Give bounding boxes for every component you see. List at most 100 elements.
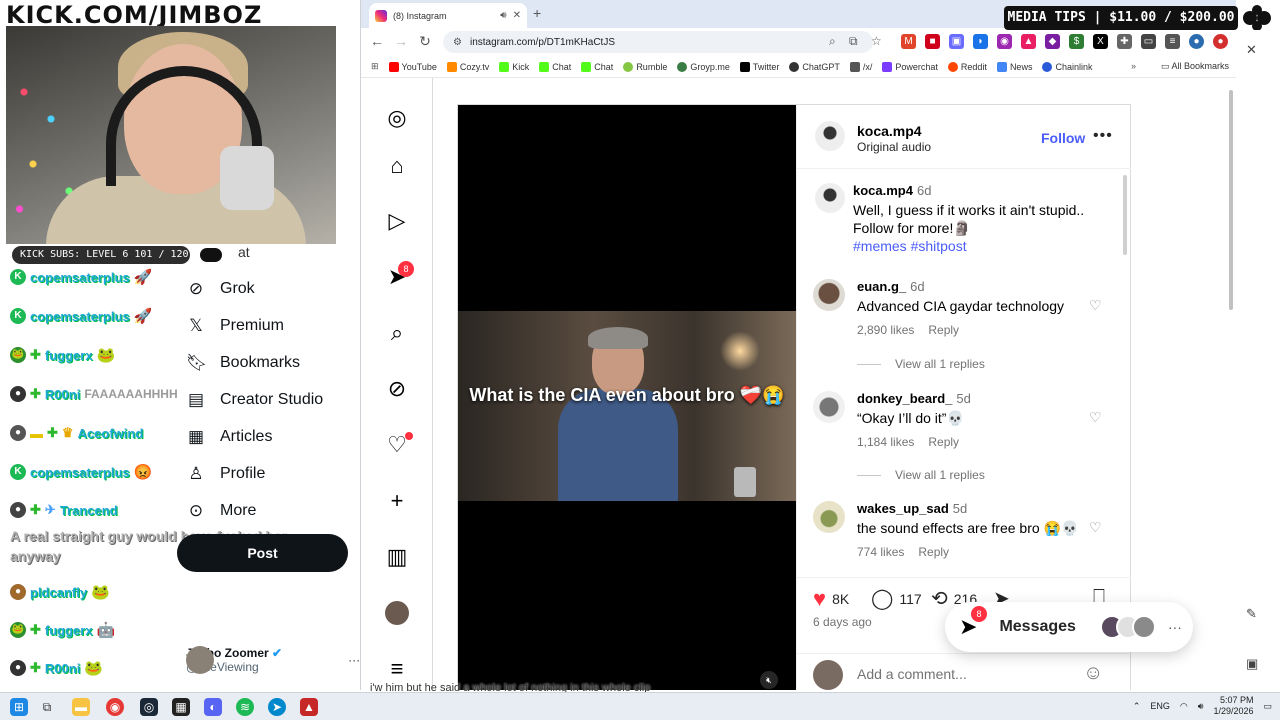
avatar[interactable] [815,183,845,213]
create-plus-icon[interactable]: + [383,487,411,515]
bookmark-kick[interactable]: Kick [499,61,529,72]
wifi-icon[interactable]: ◠ [1180,701,1188,712]
bookmark-chat-2[interactable]: Chat [581,61,613,72]
x-nav-profile[interactable]: ♙ Profile [186,462,265,486]
reply-button[interactable]: Reply [928,323,959,337]
new-tab-button[interactable]: + [533,5,541,21]
site-settings-icon[interactable]: ⚙ [453,37,462,48]
extension-icon[interactable]: ◗ [973,34,988,49]
zoom-icon[interactable]: ⌕ [829,34,836,49]
volume-icon[interactable]: 🔊︎ [1198,701,1204,712]
bookmark-youtube[interactable]: YouTube [388,61,437,72]
sidebar-toggle-icon[interactable]: ▭ [1141,34,1156,49]
x-nav-grok[interactable]: ⊘ Grok [186,277,255,301]
extension-icon[interactable]: $ [1069,34,1084,49]
bookmark-twitter[interactable]: Twitter [739,61,779,72]
extension-icon[interactable]: ▣ [949,34,964,49]
spotify-icon[interactable]: ≋ [236,698,254,716]
avatar[interactable] [813,501,845,533]
bookmark-star-icon[interactable]: ☆ [871,34,882,48]
caption-author[interactable]: koca.mp4 6d [853,183,931,198]
follow-button[interactable]: Follow [1041,130,1085,146]
profile-avatar[interactable] [385,601,409,625]
profile-avatar-icon[interactable]: ● [1189,34,1204,49]
x-nav-articles[interactable]: ▦ Articles [186,425,272,449]
forward-arrow-icon[interactable]: → [389,33,413,49]
avatar[interactable] [815,121,845,151]
puzzle-icon[interactable]: ✚ [1117,34,1132,49]
apps-grid-icon[interactable]: ⊞ [371,61,379,72]
chrome-icon[interactable]: ◉ [106,698,124,716]
like-heart-icon[interactable]: ♡ [1089,519,1102,536]
speaker-icon[interactable]: 🔊︎ [500,10,506,21]
view-replies-button[interactable]: View all 1 replies [857,357,985,371]
bookmark-chainlink[interactable]: Chainlink [1042,61,1092,72]
bookmark-news[interactable]: News [996,61,1032,72]
update-icon[interactable]: ● [1213,34,1228,49]
bookmark-cozy[interactable]: Cozy.tv [446,61,489,72]
more-dots-icon[interactable]: ··· [1168,619,1182,635]
install-app-icon[interactable]: ⧉ [849,34,858,49]
messages-button[interactable]: ➤ 8 Messages ··· [945,602,1193,652]
more-options-icon[interactable]: ••• [1093,127,1113,145]
x-post-button[interactable]: Post [177,534,348,572]
x-account-switcher[interactable]: Jimbo Zoomer ✔ @JzeViewing ··· [186,646,360,674]
app-icon[interactable]: ▲ [300,698,318,716]
x-nav-premium[interactable]: 𝕏 Premium [186,314,284,338]
tab-instagram[interactable]: (8) Instagram 🔊︎ ✕ [369,3,527,28]
x-nav-more[interactable]: ⊙ More [186,499,257,523]
close-tab-icon[interactable]: ✕ [513,10,521,21]
chevron-right-icon[interactable]: » [1131,61,1136,71]
dashboard-chart-icon[interactable]: ▥ [383,543,411,571]
comment-author[interactable]: euan.g_ 6d [857,279,925,294]
back-arrow-icon[interactable]: ← [365,33,389,49]
chevron-up-icon[interactable]: ⌃ [1133,701,1141,712]
clock[interactable]: 5:07 PM 1/29/2026 [1213,695,1253,717]
extension-icon[interactable]: ◉ [997,34,1012,49]
comment-author[interactable]: donkey_beard_ 5d [857,391,971,406]
reels-icon[interactable]: ▷ [383,207,411,235]
comment-author[interactable]: wakes_up_sad 5d [857,501,967,516]
reply-button[interactable]: Reply [928,435,959,449]
comment-button[interactable]: ◯ 117 [871,586,922,611]
bookmark-powerchat[interactable]: Powerchat [882,61,938,72]
compose-icon[interactable]: ▣ [1246,656,1258,672]
reel-video[interactable]: What is the CIA even about bro ❤️‍🩹😭 🔇︎ [458,105,796,690]
search-icon[interactable]: ⌕ [383,319,411,347]
language-indicator[interactable]: ENG [1150,701,1170,711]
extension-icon[interactable]: M [901,34,916,49]
extension-icon[interactable]: ▲ [1021,34,1036,49]
avatar[interactable] [813,391,845,423]
original-audio-link[interactable]: Original audio [857,140,931,154]
comments-scrollbar[interactable] [1123,175,1127,255]
task-view-icon[interactable]: ⧉ [38,698,56,716]
bookmark-x-board[interactable]: /x/ [849,61,872,72]
extension-icon[interactable]: ◆ [1045,34,1060,49]
bookmark-chatgpt[interactable]: ChatGPT [789,61,840,72]
more-dots-icon[interactable]: ··· [348,653,360,667]
home-icon[interactable]: ⌂ [383,152,411,180]
like-button[interactable]: ♥ 8K [813,586,849,612]
discord-icon[interactable]: ◐ [204,698,222,716]
x-nav-creator-studio[interactable]: ▤ Creator Studio [186,388,323,412]
bookmark-rumble[interactable]: Rumble [623,61,667,72]
all-bookmarks-folder[interactable]: ▭ All Bookmarks [1161,61,1229,72]
bookmark-groyp[interactable]: Groyp.me [677,61,730,72]
avatar[interactable] [813,279,845,311]
telegram-icon[interactable]: ➤ [268,698,286,716]
address-bar[interactable]: ⚙ instagram.com/p/DT1mKHaCtJS [443,31,873,53]
edit-icon[interactable]: ✎ [1246,606,1257,622]
explore-compass-icon[interactable]: ⊘ [383,375,411,403]
extension-icon[interactable]: ■ [925,34,940,49]
like-heart-icon[interactable]: ♡ [1089,297,1102,314]
comment-input[interactable]: Add a comment... [857,666,967,682]
emoji-icon[interactable]: ☺ [1083,662,1103,685]
reading-list-icon[interactable]: ≡ [1165,34,1180,49]
reply-button[interactable]: Reply [918,545,949,559]
file-explorer-icon[interactable]: ▬ [72,698,90,716]
instagram-logo-icon[interactable]: ◎ [383,104,411,132]
notifications-icon[interactable]: ▭ [1263,701,1272,712]
like-heart-icon[interactable]: ♡ [1089,409,1102,426]
start-windows-icon[interactable]: ⊞ [10,698,28,716]
bookmark-chat[interactable]: Chat [539,61,571,72]
